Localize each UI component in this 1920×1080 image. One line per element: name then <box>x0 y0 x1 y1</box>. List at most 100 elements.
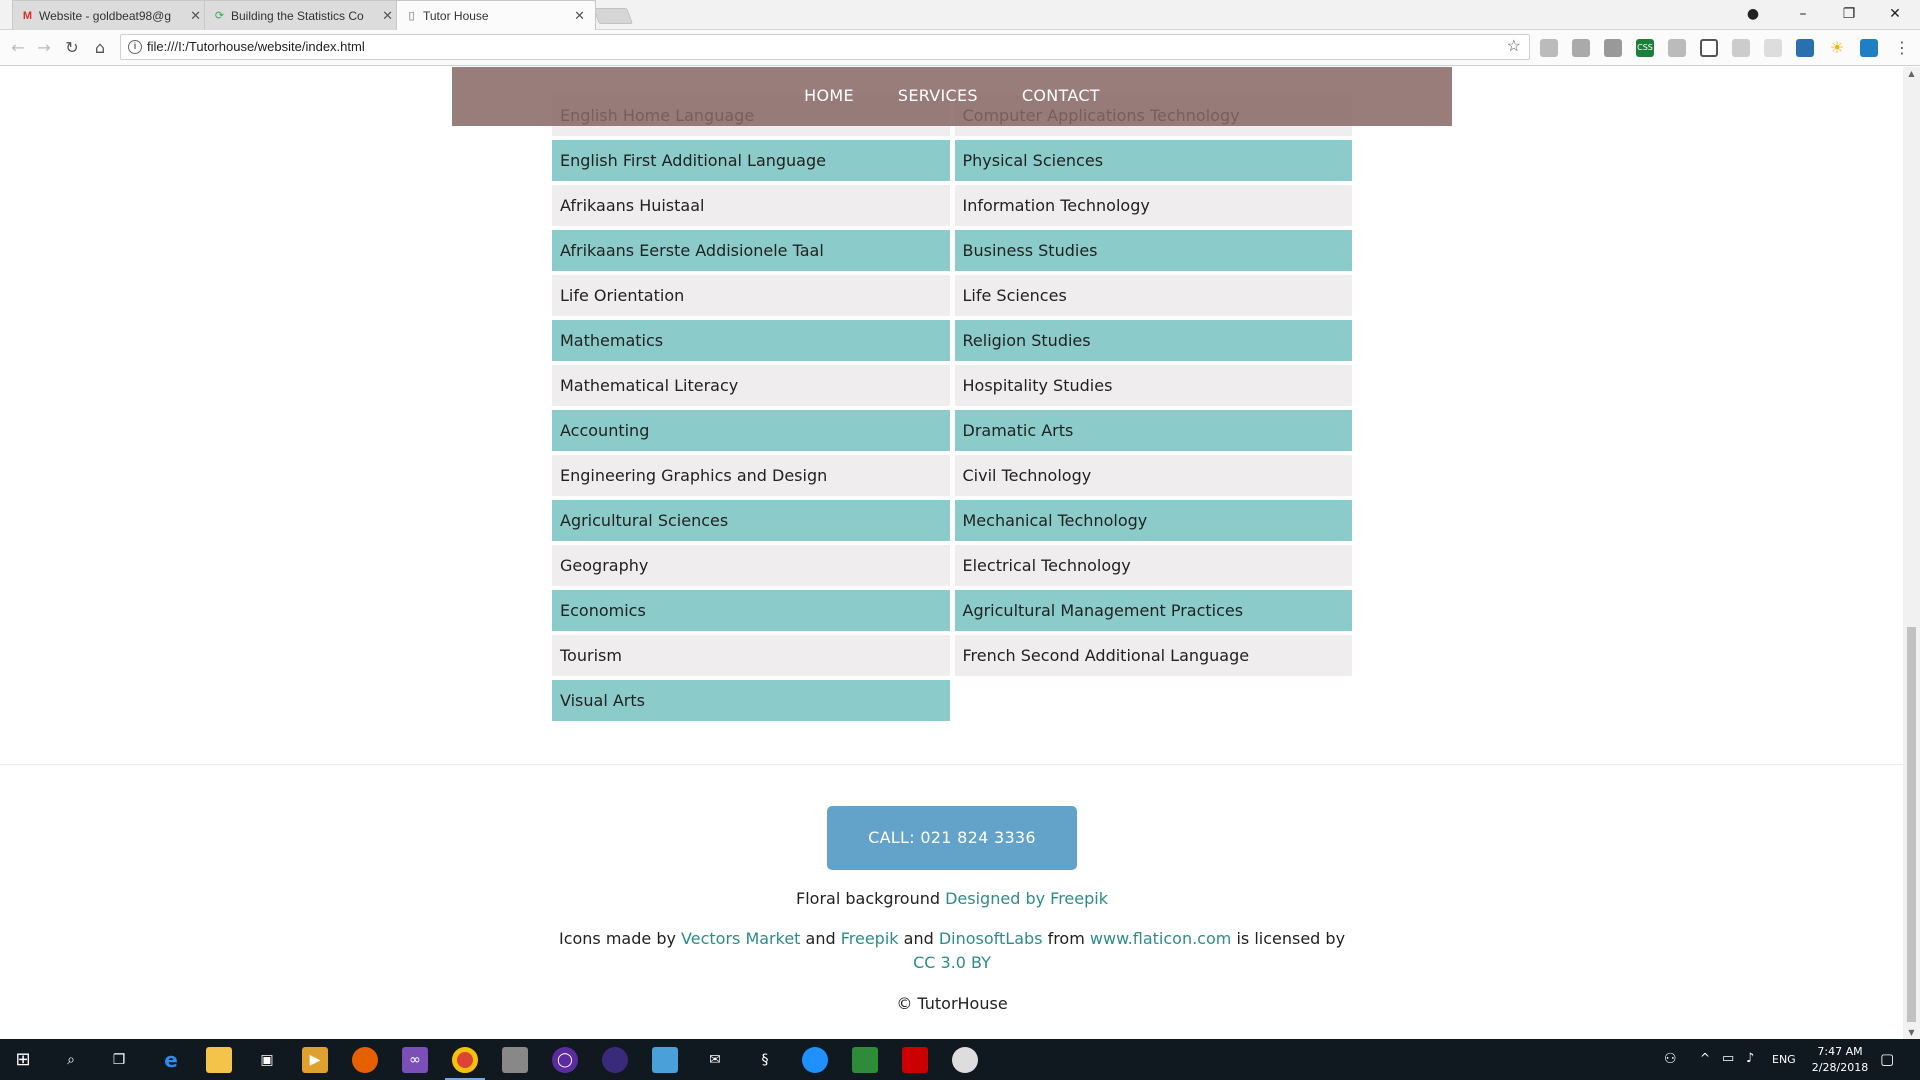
subject-cell: Religion Studies <box>954 320 1352 361</box>
windows-start-icon[interactable]: ⊞ <box>10 1047 36 1073</box>
url-text: file:///I:/Tutorhouse/website/index.html <box>147 39 365 54</box>
people-icon[interactable]: ⚇ <box>1664 1051 1677 1067</box>
freepik-design-link[interactable]: Designed by Freepik <box>945 889 1108 908</box>
scroll-up-icon[interactable]: ▲ <box>1906 69 1917 78</box>
app-icon[interactable]: § <box>752 1047 778 1073</box>
menu-icon[interactable]: ⋮ <box>1892 38 1912 58</box>
extension-icon[interactable] <box>1572 39 1590 57</box>
language-indicator[interactable]: ENG <box>1772 1053 1796 1066</box>
page-viewport: HOME SERVICES CONTACT English Home Langu… <box>0 67 1903 1039</box>
subject-row: Afrikaans Huistaal Information Technology <box>552 185 1352 226</box>
subject-row: Engineering Graphics and Design Civil Tec… <box>552 455 1352 496</box>
subject-row: Tourism French Second Additional Language <box>552 635 1352 676</box>
page-scrollbar[interactable]: ▲ ▼ <box>1903 67 1920 1039</box>
edge-icon[interactable]: e <box>158 1047 184 1073</box>
page-icon: ▯ <box>408 10 415 22</box>
close-icon[interactable]: ✕ <box>382 8 393 24</box>
clock-time[interactable]: 7:47 AM <box>1812 1045 1868 1058</box>
subject-cell: Civil Technology <box>954 455 1352 496</box>
subject-row: Life Orientation Life Sciences <box>552 275 1352 316</box>
mail-icon[interactable]: ✉ <box>702 1047 728 1073</box>
address-bar[interactable]: i file:///I:/Tutorhouse/website/index.ht… <box>120 34 1530 60</box>
chrome-icon[interactable] <box>452 1047 478 1073</box>
subject-cell: Physical Sciences <box>954 140 1352 181</box>
subject-cell: Agricultural Management Practices <box>954 590 1352 631</box>
subject-row: Accounting Dramatic Arts <box>552 410 1352 451</box>
subject-cell: Agricultural Sciences <box>552 500 950 541</box>
volume-icon[interactable]: ♪ <box>1746 1051 1754 1066</box>
licensed-text: is licensed by <box>1231 929 1346 948</box>
flaticon-link[interactable]: www.flaticon.com <box>1090 929 1231 948</box>
freepik-link[interactable]: Freepik <box>841 929 899 948</box>
chevron-up-icon[interactable]: ^ <box>1700 1051 1710 1065</box>
visual-studio-icon[interactable]: ∞ <box>402 1047 428 1073</box>
extension-icon[interactable] <box>1860 39 1878 57</box>
tab-gmail[interactable]: M Website - goldbeat98@g ✕ <box>12 0 212 30</box>
app-icon[interactable] <box>502 1047 528 1073</box>
nav-contact[interactable]: CONTACT <box>1022 86 1100 126</box>
new-tab-button[interactable] <box>593 8 633 24</box>
bookmark-star-icon[interactable]: ☆ <box>1507 35 1521 59</box>
subject-cell: Dramatic Arts <box>954 410 1352 451</box>
minimize-icon[interactable]: – <box>1780 0 1826 28</box>
icons-credit: Icons made by Vectors Market and Freepik… <box>552 927 1352 975</box>
close-window-icon[interactable]: ✕ <box>1872 0 1918 28</box>
reload-icon[interactable]: ↻ <box>62 38 82 58</box>
close-icon[interactable]: ✕ <box>574 8 585 24</box>
scrollbar-thumb[interactable] <box>1907 627 1916 1022</box>
scroll-down-icon[interactable]: ▼ <box>1906 1028 1917 1037</box>
vectors-market-link[interactable]: Vectors Market <box>681 929 800 948</box>
tab-tutor-house[interactable]: ▯ Tutor House ✕ <box>396 0 596 30</box>
refresh-icon: ⟳ <box>214 10 225 22</box>
notifications-icon[interactable]: ▢ <box>1880 1050 1894 1068</box>
app-icon[interactable] <box>802 1047 828 1073</box>
and-text: and <box>898 929 939 948</box>
info-icon[interactable]: i <box>128 40 142 54</box>
subject-cell: Business Studies <box>954 230 1352 271</box>
acrobat-icon[interactable] <box>902 1047 928 1073</box>
task-view-icon[interactable]: ❐ <box>106 1047 132 1073</box>
dinosoftlabs-link[interactable]: DinosoftLabs <box>939 929 1043 948</box>
profile-icon[interactable]: ● <box>1730 0 1776 28</box>
nav-services[interactable]: SERVICES <box>898 86 978 126</box>
close-icon[interactable]: ✕ <box>190 8 201 24</box>
subject-row: Agricultural Sciences Mechanical Technolo… <box>552 500 1352 541</box>
call-button[interactable]: CALL: 021 824 3336 <box>827 806 1077 870</box>
forward-icon[interactable]: → <box>34 38 54 58</box>
clock-date[interactable]: 2/28/2018 <box>1808 1061 1872 1074</box>
windows-taskbar: ⊞ ⌕ ❐ e ▣ ▶ ∞ ◯ ✉ § ⚇ ^ ▭ ♪ ENG 7:47 AM … <box>0 1039 1920 1080</box>
screenshot-extension-icon[interactable] <box>1700 39 1718 57</box>
firefox-icon[interactable] <box>352 1047 378 1073</box>
extension-icon[interactable] <box>1540 39 1558 57</box>
subject-cell: Geography <box>552 545 950 586</box>
back-icon[interactable]: ← <box>8 38 28 58</box>
subject-cell: Life Orientation <box>552 275 950 316</box>
extension-icon[interactable] <box>1764 39 1782 57</box>
search-icon[interactable]: ⌕ <box>58 1047 84 1073</box>
app-icon[interactable] <box>952 1047 978 1073</box>
extension-icon[interactable] <box>1604 39 1622 57</box>
tab-statistics[interactable]: ⟳ Building the Statistics Co ✕ <box>204 0 404 30</box>
app-icon[interactable] <box>852 1047 878 1073</box>
media-player-icon[interactable]: ▶ <box>302 1047 328 1073</box>
monitor-extension-icon[interactable] <box>1796 39 1814 57</box>
nav-home[interactable]: HOME <box>804 86 854 126</box>
floral-credit: Floral background Designed by Freepik <box>552 887 1352 911</box>
app-icon[interactable]: ◯ <box>552 1047 578 1073</box>
extension-icon[interactable] <box>1732 39 1750 57</box>
network-icon[interactable]: ▭ <box>1722 1051 1734 1066</box>
app-icon[interactable] <box>652 1047 678 1073</box>
extension-icon[interactable] <box>1668 39 1686 57</box>
css-extension-icon[interactable]: CSS <box>1636 39 1654 57</box>
home-icon[interactable]: ⌂ <box>90 38 110 58</box>
browser-tab-bar: M Website - goldbeat98@g ✕ ⟳ Building th… <box>0 0 1920 30</box>
from-text: from <box>1042 929 1090 948</box>
subject-cell: Economics <box>552 590 950 631</box>
subject-cell: Afrikaans Eerste Addisionele Taal <box>552 230 950 271</box>
sun-extension-icon[interactable]: ☀ <box>1828 39 1846 57</box>
store-icon[interactable]: ▣ <box>254 1047 280 1073</box>
file-explorer-icon[interactable] <box>206 1047 232 1073</box>
restore-icon[interactable]: ❐ <box>1826 0 1872 28</box>
eclipse-icon[interactable] <box>602 1047 628 1073</box>
cc-license-link[interactable]: CC 3.0 BY <box>913 953 991 972</box>
